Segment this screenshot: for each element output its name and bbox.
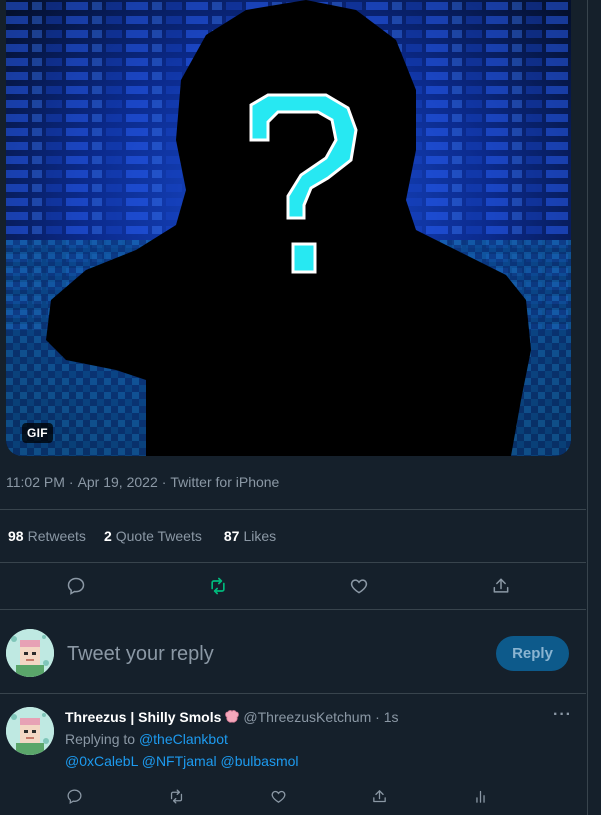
retweet-button[interactable] [206, 574, 230, 598]
tweet-date[interactable]: Apr 19, 2022 [78, 474, 158, 490]
likes-stat[interactable]: 87 Likes [224, 528, 276, 544]
analytics-icon [475, 790, 485, 803]
tweet-stats: 98 Retweets 2 Quote Tweets 87 Likes [8, 528, 276, 544]
replying-to-mention[interactable]: @theClankbot [139, 731, 228, 747]
tweet-action-bar [0, 570, 586, 602]
reply-button[interactable] [62, 784, 86, 808]
share-icon [493, 578, 509, 593]
author-handle[interactable]: @ThreezusKetchum [243, 709, 371, 725]
mentions-line[interactable]: @0xCalebL @NFTjamal @bulbasmol [65, 753, 299, 769]
analytics-button[interactable] [468, 784, 492, 808]
reply-tweet-action-bar [0, 780, 586, 810]
share-icon [372, 789, 386, 802]
like-button[interactable] [266, 784, 290, 808]
share-button[interactable] [489, 574, 513, 598]
tweet-age[interactable]: 1s [384, 709, 399, 725]
reply-button[interactable] [64, 574, 88, 598]
avatar-image [6, 629, 54, 677]
retweets-stat[interactable]: 98 Retweets [8, 528, 86, 544]
retweet-icon [211, 577, 225, 595]
reply-author-avatar[interactable] [6, 707, 54, 755]
brain-emoji-icon [225, 710, 240, 723]
reply-icon [66, 788, 82, 804]
reply-icon [67, 577, 85, 595]
reply-tweet-header: Threezus | Shilly Smols @ThreezusKetchum … [65, 709, 399, 725]
share-button[interactable] [367, 784, 391, 808]
avatar[interactable] [6, 629, 54, 677]
tweet-time[interactable]: 11:02 PM [6, 474, 65, 490]
retweet-button[interactable] [164, 784, 188, 808]
divider [0, 509, 586, 510]
pixel-art-silhouette [6, 0, 571, 456]
like-button[interactable] [347, 574, 371, 598]
replying-to: Replying to @theClankbot [65, 731, 228, 747]
tweet-source[interactable]: Twitter for iPhone [170, 474, 279, 490]
like-icon [350, 579, 368, 594]
quote-tweets-stat[interactable]: 2 Quote Tweets [104, 528, 202, 544]
retweet-icon [170, 788, 182, 804]
tweet-gif-media[interactable]: GIF [6, 0, 571, 456]
avatar-image [6, 707, 54, 755]
gif-badge: GIF [22, 423, 53, 443]
divider [0, 609, 586, 610]
divider [0, 562, 586, 563]
tweet-timestamp: 11:02 PM · Apr 19, 2022 · Twitter for iPhone [6, 474, 280, 490]
like-icon [271, 790, 285, 803]
reply-submit-button[interactable]: Reply [496, 636, 569, 671]
divider [0, 693, 586, 694]
more-options-icon[interactable]: ··· [553, 706, 572, 724]
author-name[interactable]: Threezus | Shilly Smols [65, 709, 221, 725]
column-border [587, 0, 588, 815]
reply-input[interactable]: Tweet your reply [67, 643, 214, 666]
